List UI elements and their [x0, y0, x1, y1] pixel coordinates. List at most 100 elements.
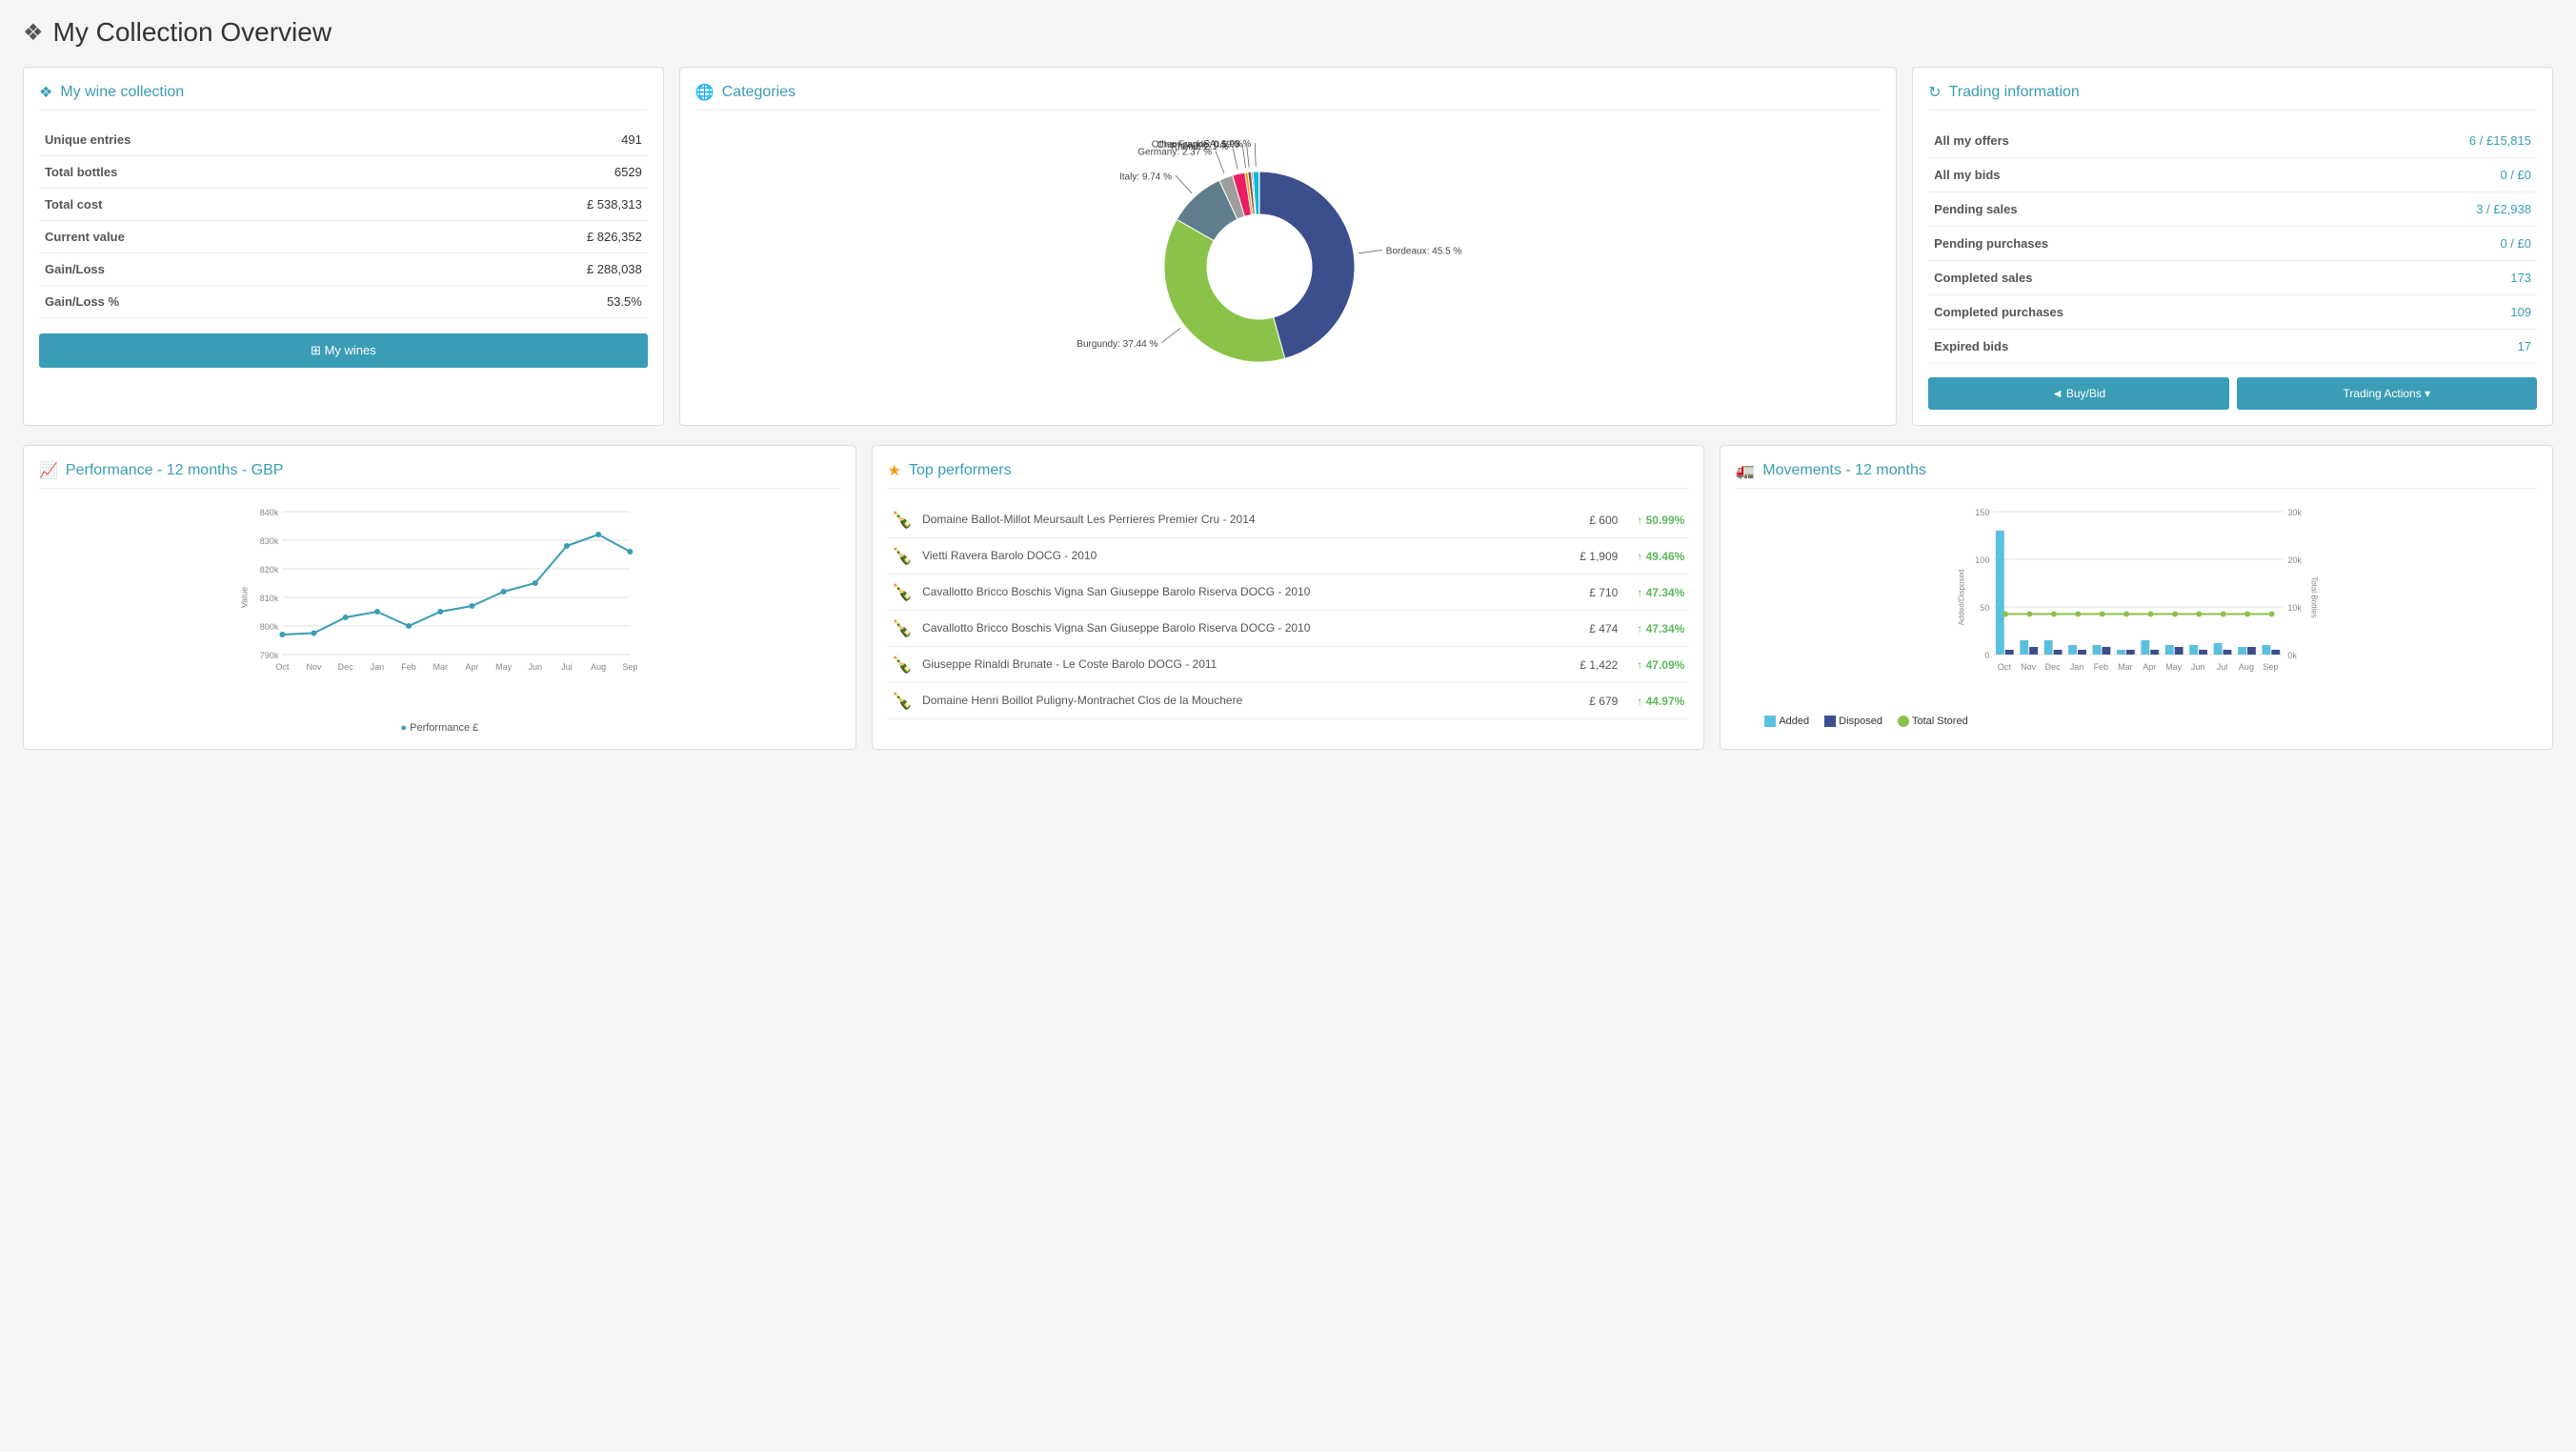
table-row: Total bottles6529	[39, 156, 648, 189]
disposed-bar	[2030, 647, 2039, 655]
added-bar	[2190, 645, 2199, 655]
top-performers-card: ★ Top performers 🍾 Domaine Ballot-Millot…	[872, 445, 1705, 750]
table-row: Gain/Loss£ 288,038	[39, 253, 648, 286]
wine-bottle-icon: 🍾	[892, 691, 913, 711]
data-point	[374, 609, 380, 615]
list-item: 🍾 Giuseppe Rinaldi Brunate - Le Coste Ba…	[888, 647, 1689, 683]
svg-text:Bordeaux: 45.5 %: Bordeaux: 45.5 %	[1386, 246, 1462, 256]
table-row: Completed sales173	[1928, 261, 2537, 295]
wine-collection-title: ❖ My wine collection	[39, 83, 648, 111]
data-point	[533, 580, 538, 586]
header-icon: ❖	[23, 19, 44, 47]
total-stored-point	[2027, 612, 2033, 617]
table-row: Completed purchases109	[1928, 295, 2537, 330]
pie-slice	[1164, 219, 1285, 362]
disposed-bar	[2126, 650, 2135, 655]
list-item: 🍾 Cavallotto Bricco Boschis Vigna San Gi…	[888, 611, 1689, 647]
data-point	[437, 609, 443, 615]
disposed-bar	[2272, 650, 2281, 655]
disposed-legend: Disposed	[1824, 716, 1882, 727]
trading-actions-button[interactable]: Trading Actions ▾	[2237, 377, 2537, 410]
added-bar	[2044, 640, 2053, 655]
performers-list: 🍾 Domaine Ballot-Millot Meursault Les Pe…	[888, 502, 1689, 719]
movements-icon: 🚛	[1736, 461, 1755, 480]
wine-bottle-icon: 🍾	[892, 546, 913, 566]
svg-text:Jul: Jul	[561, 662, 573, 672]
list-item: 🍾 Domaine Ballot-Millot Meursault Les Pe…	[888, 502, 1689, 538]
disposed-bar	[2103, 647, 2111, 655]
data-point	[564, 543, 570, 549]
data-point	[406, 623, 412, 629]
list-item: 🍾 Domaine Henri Boillot Puligny-Montrach…	[888, 683, 1689, 719]
svg-text:Sep: Sep	[622, 662, 637, 672]
trading-info-title: ↻ Trading information	[1928, 83, 2537, 111]
svg-text:Feb: Feb	[2094, 662, 2109, 672]
disposed-bar	[2175, 647, 2184, 655]
data-point	[627, 549, 633, 555]
table-row: Pending purchases0 / £0	[1928, 227, 2537, 261]
svg-text:May: May	[495, 662, 513, 672]
data-point	[279, 632, 285, 637]
svg-text:840k: 840k	[260, 508, 279, 517]
bottom-grid: 📈 Performance - 12 months - GBP 840k830k…	[0, 435, 2576, 773]
svg-text:Mar: Mar	[2118, 662, 2133, 672]
added-bar	[2263, 645, 2271, 655]
wine-collection-icon: ❖	[39, 83, 52, 102]
svg-text:100: 100	[1976, 555, 1990, 565]
svg-text:Jan: Jan	[2070, 662, 2084, 672]
page-title: My Collection Overview	[53, 17, 332, 48]
svg-text:Burgundy: 37.44 %: Burgundy: 37.44 %	[1077, 339, 1157, 350]
disposed-bar	[2199, 650, 2207, 655]
top-grid: ❖ My wine collection Unique entries491To…	[0, 57, 2576, 435]
wine-bottle-icon: 🍾	[892, 655, 913, 675]
svg-text:810k: 810k	[260, 594, 279, 603]
svg-text:May: May	[2166, 662, 2184, 672]
table-row: All my bids0 / £0	[1928, 158, 2537, 192]
svg-text:800k: 800k	[260, 622, 279, 632]
trading-info-card: ↻ Trading information All my offers6 / £…	[1912, 67, 2553, 426]
table-row: All my offers6 / £15,815	[1928, 124, 2537, 158]
svg-text:0: 0	[1985, 651, 1990, 660]
disposed-bar	[2224, 650, 2232, 655]
data-point	[595, 532, 601, 537]
buy-bid-button[interactable]: ◄ Buy/Bid	[1928, 377, 2228, 410]
svg-text:Dec: Dec	[2045, 662, 2062, 672]
total-stored-point	[2269, 612, 2275, 617]
my-wines-button[interactable]: ⊞ My wines	[39, 333, 648, 368]
categories-icon: 🌐	[695, 83, 714, 102]
total-legend: Total Stored	[1898, 716, 1968, 727]
total-stored-point	[2002, 612, 2008, 617]
disposed-bar	[2005, 650, 2014, 655]
svg-text:150: 150	[1976, 508, 1990, 517]
list-item: 🍾 Vietti Ravera Barolo DOCG - 2010 £ 1,9…	[888, 538, 1689, 575]
svg-text:Total Bottles: Total Bottles	[2310, 576, 2319, 618]
added-bar	[2093, 645, 2102, 655]
total-stored-point	[2245, 612, 2251, 617]
performance-card: 📈 Performance - 12 months - GBP 840k830k…	[23, 445, 856, 750]
list-item: 🍾 Cavallotto Bricco Boschis Vigna San Gi…	[888, 575, 1689, 611]
svg-text:Nov: Nov	[307, 662, 323, 672]
svg-text:50: 50	[1981, 603, 1990, 613]
svg-text:Oct: Oct	[275, 662, 290, 672]
svg-text:Dec: Dec	[338, 662, 354, 672]
svg-text:10k: 10k	[2288, 603, 2303, 613]
added-bar	[2117, 650, 2125, 655]
added-bar	[2021, 640, 2029, 655]
added-legend: Added	[1764, 716, 1809, 727]
svg-text:Aug: Aug	[2239, 662, 2254, 672]
my-wines-icon: ⊞	[311, 343, 321, 357]
svg-text:Oct: Oct	[1998, 662, 2012, 672]
svg-text:820k: 820k	[260, 565, 279, 575]
added-bar	[2165, 645, 2174, 655]
disposed-bar	[2054, 650, 2063, 655]
svg-text:Nov: Nov	[2022, 662, 2038, 672]
data-point	[501, 589, 507, 595]
svg-text:30k: 30k	[2288, 508, 2303, 517]
wine-collection-stats: Unique entries491Total bottles6529Total …	[39, 124, 648, 318]
total-stored-point	[2076, 612, 2082, 617]
added-bar	[2068, 645, 2077, 655]
trading-info-stats: All my offers6 / £15,815All my bids0 / £…	[1928, 124, 2537, 364]
movements-title: 🚛 Movements - 12 months	[1736, 461, 2537, 489]
movements-card: 🚛 Movements - 12 months 050100150Added/D…	[1720, 445, 2553, 750]
svg-text:790k: 790k	[260, 651, 279, 660]
